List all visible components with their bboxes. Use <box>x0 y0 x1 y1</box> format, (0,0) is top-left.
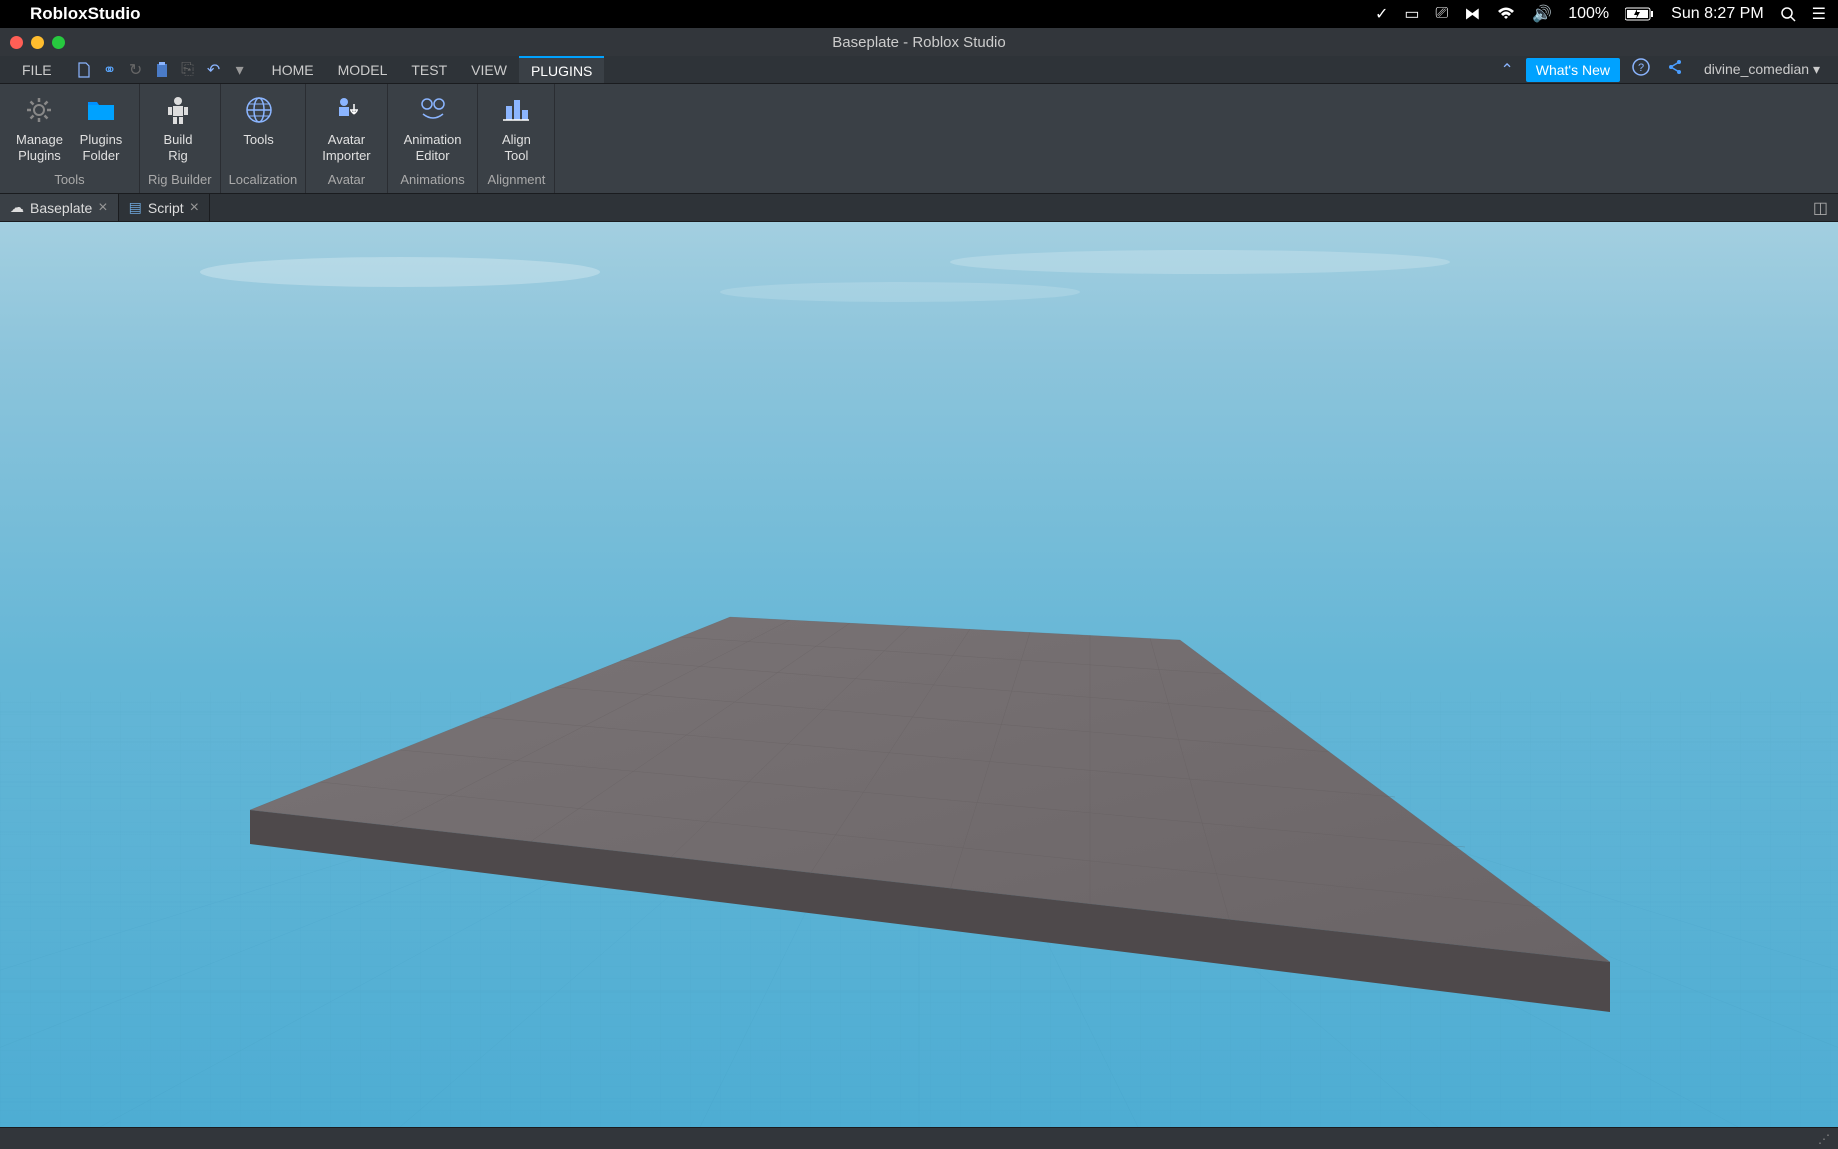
dropdown-icon[interactable]: ▾ <box>230 60 250 80</box>
status-bar: ⋰ <box>0 1127 1838 1149</box>
cloud-icon: ☁ <box>10 199 24 216</box>
localization-tools-button[interactable]: Tools <box>229 88 289 170</box>
help-icon[interactable]: ? <box>1628 58 1654 81</box>
tab-test[interactable]: TEST <box>399 56 459 83</box>
tab-view[interactable]: VIEW <box>459 56 519 83</box>
doc-tab-baseplate[interactable]: ☁ Baseplate × <box>0 194 119 221</box>
rig-icon <box>160 92 196 128</box>
checkmark-icon[interactable]: ✓ <box>1375 4 1388 24</box>
tab-model[interactable]: MODEL <box>326 56 400 83</box>
tool-group-localization: Tools Localization <box>221 84 307 193</box>
tab-home[interactable]: HOME <box>260 56 326 83</box>
ribbon-menu: FILE ⚭ ↻ ⎘ ↶ ▾ HOME MODEL TEST VIEW PLUG… <box>0 56 1838 84</box>
battery-icon[interactable] <box>1625 7 1655 21</box>
tool-group-animations: AnimationEditor Animations <box>388 84 479 193</box>
minimize-window-button[interactable] <box>31 36 44 49</box>
macos-status-icons: ✓ ▭ ⎚ ⧓ 🔊 100% Sun 8:27 PM ☰ <box>1375 4 1826 24</box>
app-name[interactable]: RobloxStudio <box>30 4 140 24</box>
bluetooth-icon[interactable]: ⧓ <box>1464 4 1480 24</box>
script-icon: ▤ <box>129 199 142 216</box>
username[interactable]: divine_comedian ▾ <box>1696 61 1828 78</box>
spotlight-icon[interactable] <box>1780 6 1796 22</box>
battery-percent[interactable]: 100% <box>1568 5 1609 23</box>
share-icon[interactable] <box>1662 58 1688 81</box>
3d-viewport[interactable] <box>0 222 1838 1127</box>
tool-group-label: Localization <box>229 170 298 189</box>
airplay-icon[interactable]: ⎚ <box>1436 5 1449 23</box>
globe-icon <box>241 92 277 128</box>
traffic-lights <box>10 36 65 49</box>
animation-editor-button[interactable]: AnimationEditor <box>396 88 470 170</box>
window-titlebar: Baseplate - Roblox Studio <box>0 28 1838 56</box>
avatar-import-icon <box>328 92 364 128</box>
build-rig-button[interactable]: BuildRig <box>148 88 208 170</box>
redo-icon[interactable]: ↻ <box>126 60 146 80</box>
gear-icon <box>21 92 57 128</box>
tool-group-alignment: AlignTool Alignment <box>478 84 555 193</box>
tool-group-label: Animations <box>396 170 470 189</box>
file-menu[interactable]: FILE <box>10 56 64 83</box>
tool-group-avatar: AvatarImporter Avatar <box>306 84 387 193</box>
svg-text:?: ? <box>1638 62 1644 74</box>
window-title: Baseplate - Roblox Studio <box>832 34 1005 51</box>
volume-icon[interactable]: 🔊 <box>1532 4 1552 24</box>
avatar-importer-button[interactable]: AvatarImporter <box>314 88 378 170</box>
whats-new-button[interactable]: What's New <box>1526 58 1620 82</box>
tool-group-label: Tools <box>8 170 131 189</box>
macos-menubar: RobloxStudio ✓ ▭ ⎚ ⧓ 🔊 100% Sun 8:27 PM … <box>0 0 1838 28</box>
align-icon <box>498 92 534 128</box>
manage-plugins-button[interactable]: ManagePlugins <box>8 88 71 170</box>
display-icon[interactable]: ▭ <box>1404 4 1419 24</box>
doc-tab-label: Script <box>148 200 184 216</box>
document-tabs: ☁ Baseplate × ▤ Script × ◫ <box>0 194 1838 222</box>
tool-group-rig-builder: BuildRig Rig Builder <box>140 84 221 193</box>
doc-tab-script[interactable]: ▤ Script × <box>119 194 210 221</box>
tool-group-label: Alignment <box>486 170 546 189</box>
ribbon-tools: ManagePlugins PluginsFolder Tools BuildR… <box>0 84 1838 194</box>
close-window-button[interactable] <box>10 36 23 49</box>
animation-icon <box>415 92 451 128</box>
folder-icon <box>83 92 119 128</box>
close-tab-icon[interactable]: × <box>190 199 199 217</box>
datetime[interactable]: Sun 8:27 PM <box>1671 5 1764 23</box>
tool-group-tools: ManagePlugins PluginsFolder Tools <box>0 84 140 193</box>
tool-group-label: Avatar <box>314 170 378 189</box>
menu-icon[interactable]: ☰ <box>1812 4 1826 24</box>
copy-icon[interactable]: ⎘ <box>178 60 198 80</box>
undo-icon[interactable]: ↶ <box>204 60 224 80</box>
close-tab-icon[interactable]: × <box>98 199 107 217</box>
tab-plugins[interactable]: PLUGINS <box>519 56 604 83</box>
tool-group-label: Rig Builder <box>148 170 212 189</box>
collapse-ribbon-icon[interactable]: ⌃ <box>1496 60 1517 80</box>
doc-tab-label: Baseplate <box>30 200 92 216</box>
plugins-folder-button[interactable]: PluginsFolder <box>71 88 131 170</box>
panel-layout-icon[interactable]: ◫ <box>1803 198 1838 218</box>
wifi-icon[interactable] <box>1496 7 1516 21</box>
new-file-icon[interactable] <box>74 60 94 80</box>
paste-icon[interactable] <box>152 60 172 80</box>
binoculars-icon[interactable]: ⚭ <box>100 60 120 80</box>
quick-access-toolbar: ⚭ ↻ ⎘ ↶ ▾ <box>64 60 260 80</box>
resize-grip-icon[interactable]: ⋰ <box>1818 1132 1830 1146</box>
maximize-window-button[interactable] <box>52 36 65 49</box>
align-tool-button[interactable]: AlignTool <box>486 88 546 170</box>
